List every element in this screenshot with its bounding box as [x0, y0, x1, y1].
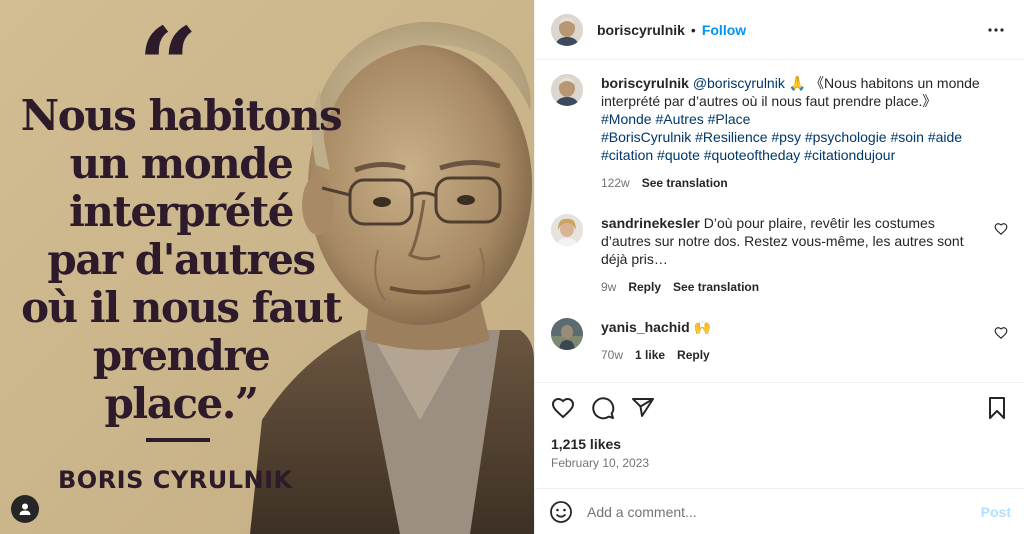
- more-horizontal-icon: [988, 27, 1004, 32]
- see-translation-link[interactable]: See translation: [642, 174, 728, 192]
- avatar-image: [551, 13, 583, 46]
- post-header: boriscyrulnik • Follow: [535, 0, 1024, 60]
- post-comment-button[interactable]: Post: [981, 504, 1011, 520]
- post-image[interactable]: “ Nous habitons un monde interprété par …: [0, 0, 534, 534]
- comment-item: yanis_hachid 🙌 70w 1 like Reply: [551, 318, 1008, 364]
- comment-composer: Post: [535, 488, 1024, 534]
- bookmark-icon[interactable]: [985, 396, 1009, 420]
- comment-meta: 70w 1 like Reply: [601, 346, 981, 364]
- caption-body: boriscyrulnik @boriscyrulnik 🙏 《Nous hab…: [601, 74, 981, 192]
- comment-text: 🙌: [693, 319, 712, 335]
- emoji-icon[interactable]: [549, 500, 573, 524]
- post-actions: [535, 382, 1024, 432]
- comment-meta: 9w Reply See translation: [601, 278, 971, 296]
- comment-body: sandrinekesler D’où pour plaire, revêtir…: [601, 214, 971, 296]
- avatar-image: [551, 214, 583, 246]
- post-date[interactable]: February 10, 2023: [551, 456, 649, 470]
- hashtags[interactable]: #BorisCyrulnik #Resilience #psy #psychol…: [601, 128, 981, 146]
- tagged-users-button[interactable]: [11, 495, 39, 523]
- caption-username[interactable]: boriscyrulnik: [601, 75, 689, 91]
- comment-age[interactable]: 70w: [601, 346, 623, 364]
- quote-author: BORIS CYRULNIK: [58, 466, 293, 494]
- avatar-image: [551, 74, 583, 106]
- comment-age[interactable]: 9w: [601, 278, 616, 296]
- instagram-post-modal: “ Nous habitons un monde interprété par …: [0, 0, 1024, 534]
- post-author-username[interactable]: boriscyrulnik: [597, 22, 685, 38]
- avatar[interactable]: [551, 318, 583, 350]
- see-translation-link[interactable]: See translation: [673, 278, 759, 296]
- post-sidebar: boriscyrulnik • Follow boriscyrulnik @bo…: [534, 0, 1024, 534]
- comment-bubble-icon[interactable]: [591, 396, 615, 420]
- avatar[interactable]: [551, 214, 583, 246]
- caption: boriscyrulnik @boriscyrulnik 🙏 《Nous hab…: [551, 74, 1008, 192]
- quote-line: un monde: [69, 139, 294, 188]
- avatar-image: [551, 318, 583, 350]
- separator-dot: •: [690, 21, 696, 38]
- more-options-button[interactable]: [984, 18, 1008, 42]
- like-comment-heart-icon[interactable]: [994, 222, 1008, 236]
- post-age[interactable]: 122w: [601, 174, 630, 192]
- comment-body: yanis_hachid 🙌 70w 1 like Reply: [601, 318, 981, 364]
- quote-line: place.”: [104, 379, 259, 428]
- quote-line: prendre: [92, 331, 271, 380]
- mention-link[interactable]: @boriscyrulnik: [693, 75, 785, 91]
- quote-text: Nous habitons un monde interprété par d'…: [14, 92, 348, 428]
- comment-likes[interactable]: 1 like: [635, 346, 665, 364]
- hashtags[interactable]: #Monde #Autres #Place: [601, 110, 981, 128]
- quote-divider: [146, 438, 210, 442]
- quote-line: Nous habitons: [20, 91, 343, 140]
- follow-button[interactable]: Follow: [702, 22, 746, 38]
- like-comment-heart-icon[interactable]: [994, 326, 1008, 340]
- reply-button[interactable]: Reply: [628, 278, 661, 296]
- caption-meta: 122w See translation: [601, 174, 981, 192]
- comments-list[interactable]: boriscyrulnik @boriscyrulnik 🙏 《Nous hab…: [535, 60, 1024, 382]
- add-comment-input[interactable]: [587, 503, 981, 520]
- quote-line: interprété: [68, 187, 295, 236]
- avatar[interactable]: [551, 13, 583, 46]
- comment-username[interactable]: yanis_hachid: [601, 319, 690, 335]
- user-icon: [19, 503, 31, 515]
- comment-username[interactable]: sandrinekesler: [601, 215, 700, 231]
- hashtags[interactable]: #citation #quote #quoteoftheday #citatio…: [601, 146, 981, 164]
- pray-emoji: 🙏: [788, 75, 807, 91]
- avatar[interactable]: [551, 74, 583, 106]
- like-heart-icon[interactable]: [551, 396, 575, 420]
- comment-item: sandrinekesler D’où pour plaire, revêtir…: [551, 214, 1008, 296]
- reply-button[interactable]: Reply: [677, 346, 710, 364]
- share-paper-plane-icon[interactable]: [631, 396, 655, 420]
- likes-count[interactable]: 1,215 likes: [551, 436, 621, 452]
- quote-line: où il nous faut: [21, 283, 342, 332]
- quote-line: par d'autres: [47, 235, 316, 284]
